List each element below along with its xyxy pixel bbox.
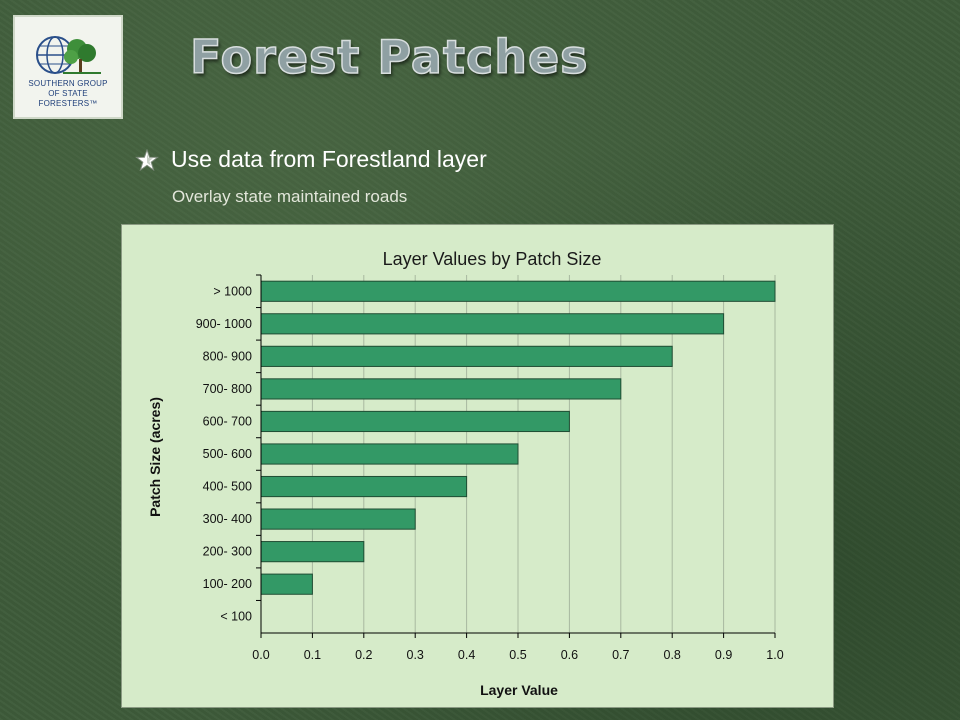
- y-tick-label: 900- 1000: [196, 317, 252, 331]
- x-tick-label: 1.0: [766, 648, 783, 662]
- x-tick-label: 0.9: [715, 648, 732, 662]
- y-tick-label: < 100: [220, 610, 252, 624]
- x-axis-label: Layer Value: [480, 682, 558, 698]
- logo-line-2: OF STATE FORESTERS™: [38, 89, 98, 108]
- y-tick-label: 100- 200: [203, 577, 252, 591]
- y-tick-label: 500- 600: [203, 447, 252, 461]
- y-tick-labels: < 100 100- 200 200- 300 300- 400 400- 500 500…: [196, 284, 252, 623]
- x-tick-label: 0.8: [664, 648, 681, 662]
- x-tick-label: 0.2: [355, 648, 372, 662]
- sub-bullet-text: Overlay state maintained roads: [172, 187, 408, 206]
- x-tick-label: 0.6: [561, 648, 578, 662]
- y-tick-label: 800- 900: [203, 349, 252, 363]
- x-tick-label: 0.7: [612, 648, 629, 662]
- y-tick-label: > 1000: [213, 284, 252, 298]
- x-tick-label: 0.0: [252, 648, 269, 662]
- x-tick-label: 0.1: [304, 648, 321, 662]
- x-tick-label: 0.5: [509, 648, 526, 662]
- x-tick-labels: 0.0 0.1 0.2 0.3 0.4 0.5 0.6 0.7 0.8 0.9 1.0: [252, 648, 783, 662]
- x-tick-label: 0.4: [458, 648, 475, 662]
- star-bullet-icon: [135, 148, 159, 171]
- y-tick-label: 400- 500: [203, 480, 252, 494]
- y-tick-label: 700- 800: [203, 382, 252, 396]
- bullet-item: Use data from Forestland layer: [135, 146, 487, 173]
- bar: [260, 443, 519, 465]
- chart-title: Layer Values by Patch Size: [383, 249, 602, 269]
- bar: [260, 508, 416, 530]
- y-tick-label: 600- 700: [203, 414, 252, 428]
- bar: [260, 475, 468, 498]
- logo-text: SOUTHERN GROUP OF STATE FORESTERS™: [19, 79, 117, 109]
- sgsf-logo: SOUTHERN GROUP OF STATE FORESTERS™: [13, 15, 123, 119]
- y-axis-label: Patch Size (acres): [147, 397, 163, 517]
- bar-chart: Layer Values by Patch Size < 100 100- 200…: [121, 224, 834, 708]
- bar: [260, 573, 313, 595]
- bar: [260, 410, 570, 433]
- x-tick-label: 0.3: [407, 648, 424, 662]
- globe-tree-icon: [36, 36, 101, 74]
- y-tick-label: 300- 400: [203, 512, 252, 526]
- logo-line-1: SOUTHERN GROUP: [28, 79, 108, 88]
- chart-canvas: Layer Values by Patch Size < 100 100- 200…: [147, 249, 784, 698]
- bar: [260, 378, 622, 400]
- y-tick-label: 200- 300: [203, 545, 252, 559]
- bar: [260, 280, 776, 302]
- bar: [260, 541, 365, 563]
- bullet-text: Use data from Forestland layer: [171, 146, 487, 172]
- bar: [260, 313, 725, 335]
- page-title: Forest Patches: [189, 29, 589, 85]
- bar: [260, 345, 673, 367]
